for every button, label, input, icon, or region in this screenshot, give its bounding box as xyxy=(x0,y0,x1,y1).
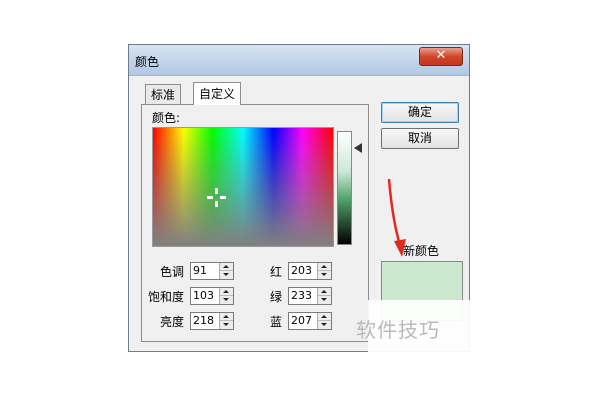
blue-value: 207 xyxy=(291,314,312,327)
luminance-arrow-icon[interactable] xyxy=(354,143,362,153)
hue-spin-buttons xyxy=(219,263,233,279)
red-down-icon[interactable] xyxy=(318,271,331,279)
window-title: 颜色 xyxy=(135,55,160,69)
green-up-icon[interactable] xyxy=(318,288,331,296)
close-button[interactable]: ✕ xyxy=(419,47,463,66)
tab-custom-label: 自定义 xyxy=(199,87,236,101)
red-spinbox[interactable]: 203 xyxy=(288,262,332,280)
title-bar[interactable]: 颜色 ✕ xyxy=(129,45,469,76)
tab-custom[interactable]: 自定义 xyxy=(193,82,242,105)
color-spectrum-picker[interactable] xyxy=(152,127,334,247)
luminance-down-icon[interactable] xyxy=(220,321,233,329)
green-spin-buttons xyxy=(317,288,331,304)
luminance-spinbox[interactable]: 218 xyxy=(190,312,234,330)
blue-up-icon[interactable] xyxy=(318,313,331,321)
crosshair-icon xyxy=(207,188,226,207)
saturation-spin-buttons xyxy=(219,288,233,304)
watermark-text: 软件技巧 xyxy=(356,318,440,342)
hue-value: 91 xyxy=(193,264,207,277)
custom-tab-panel: 颜色: 色调 91 饱和度 103 亮度 218 红 203 绿 233 蓝 2… xyxy=(141,104,369,342)
blue-spin-buttons xyxy=(317,313,331,329)
ok-button[interactable]: 确定 xyxy=(381,102,459,123)
blue-label: 蓝 xyxy=(269,315,282,329)
luminance-slider[interactable] xyxy=(337,131,352,245)
saturation-up-icon[interactable] xyxy=(220,288,233,296)
green-label: 绿 xyxy=(269,290,282,304)
blue-down-icon[interactable] xyxy=(318,321,331,329)
red-value: 203 xyxy=(291,264,312,277)
luminance-up-icon[interactable] xyxy=(220,313,233,321)
luminance-spin-buttons xyxy=(219,313,233,329)
colors-label: 颜色: xyxy=(152,111,181,125)
green-spinbox[interactable]: 233 xyxy=(288,287,332,305)
blue-spinbox[interactable]: 207 xyxy=(288,312,332,330)
saturation-value: 103 xyxy=(193,289,214,302)
hue-up-icon[interactable] xyxy=(220,263,233,271)
hue-down-icon[interactable] xyxy=(220,271,233,279)
saturation-down-icon[interactable] xyxy=(220,296,233,304)
luminance-value: 218 xyxy=(193,314,214,327)
new-color-label: 新颜色 xyxy=(403,244,440,258)
saturation-spinbox[interactable]: 103 xyxy=(190,287,234,305)
saturation-label: 饱和度 xyxy=(147,290,184,304)
tab-standard-label: 标准 xyxy=(151,88,176,102)
red-label: 红 xyxy=(269,265,282,279)
hue-spinbox[interactable]: 91 xyxy=(190,262,234,280)
tab-standard[interactable]: 标准 xyxy=(145,84,182,105)
green-down-icon[interactable] xyxy=(318,296,331,304)
close-icon: ✕ xyxy=(435,48,447,63)
red-spin-buttons xyxy=(317,263,331,279)
red-up-icon[interactable] xyxy=(318,263,331,271)
green-value: 233 xyxy=(291,289,312,302)
luminance-label: 亮度 xyxy=(159,315,184,329)
hue-label: 色调 xyxy=(159,265,184,279)
cancel-button[interactable]: 取消 xyxy=(381,128,459,149)
